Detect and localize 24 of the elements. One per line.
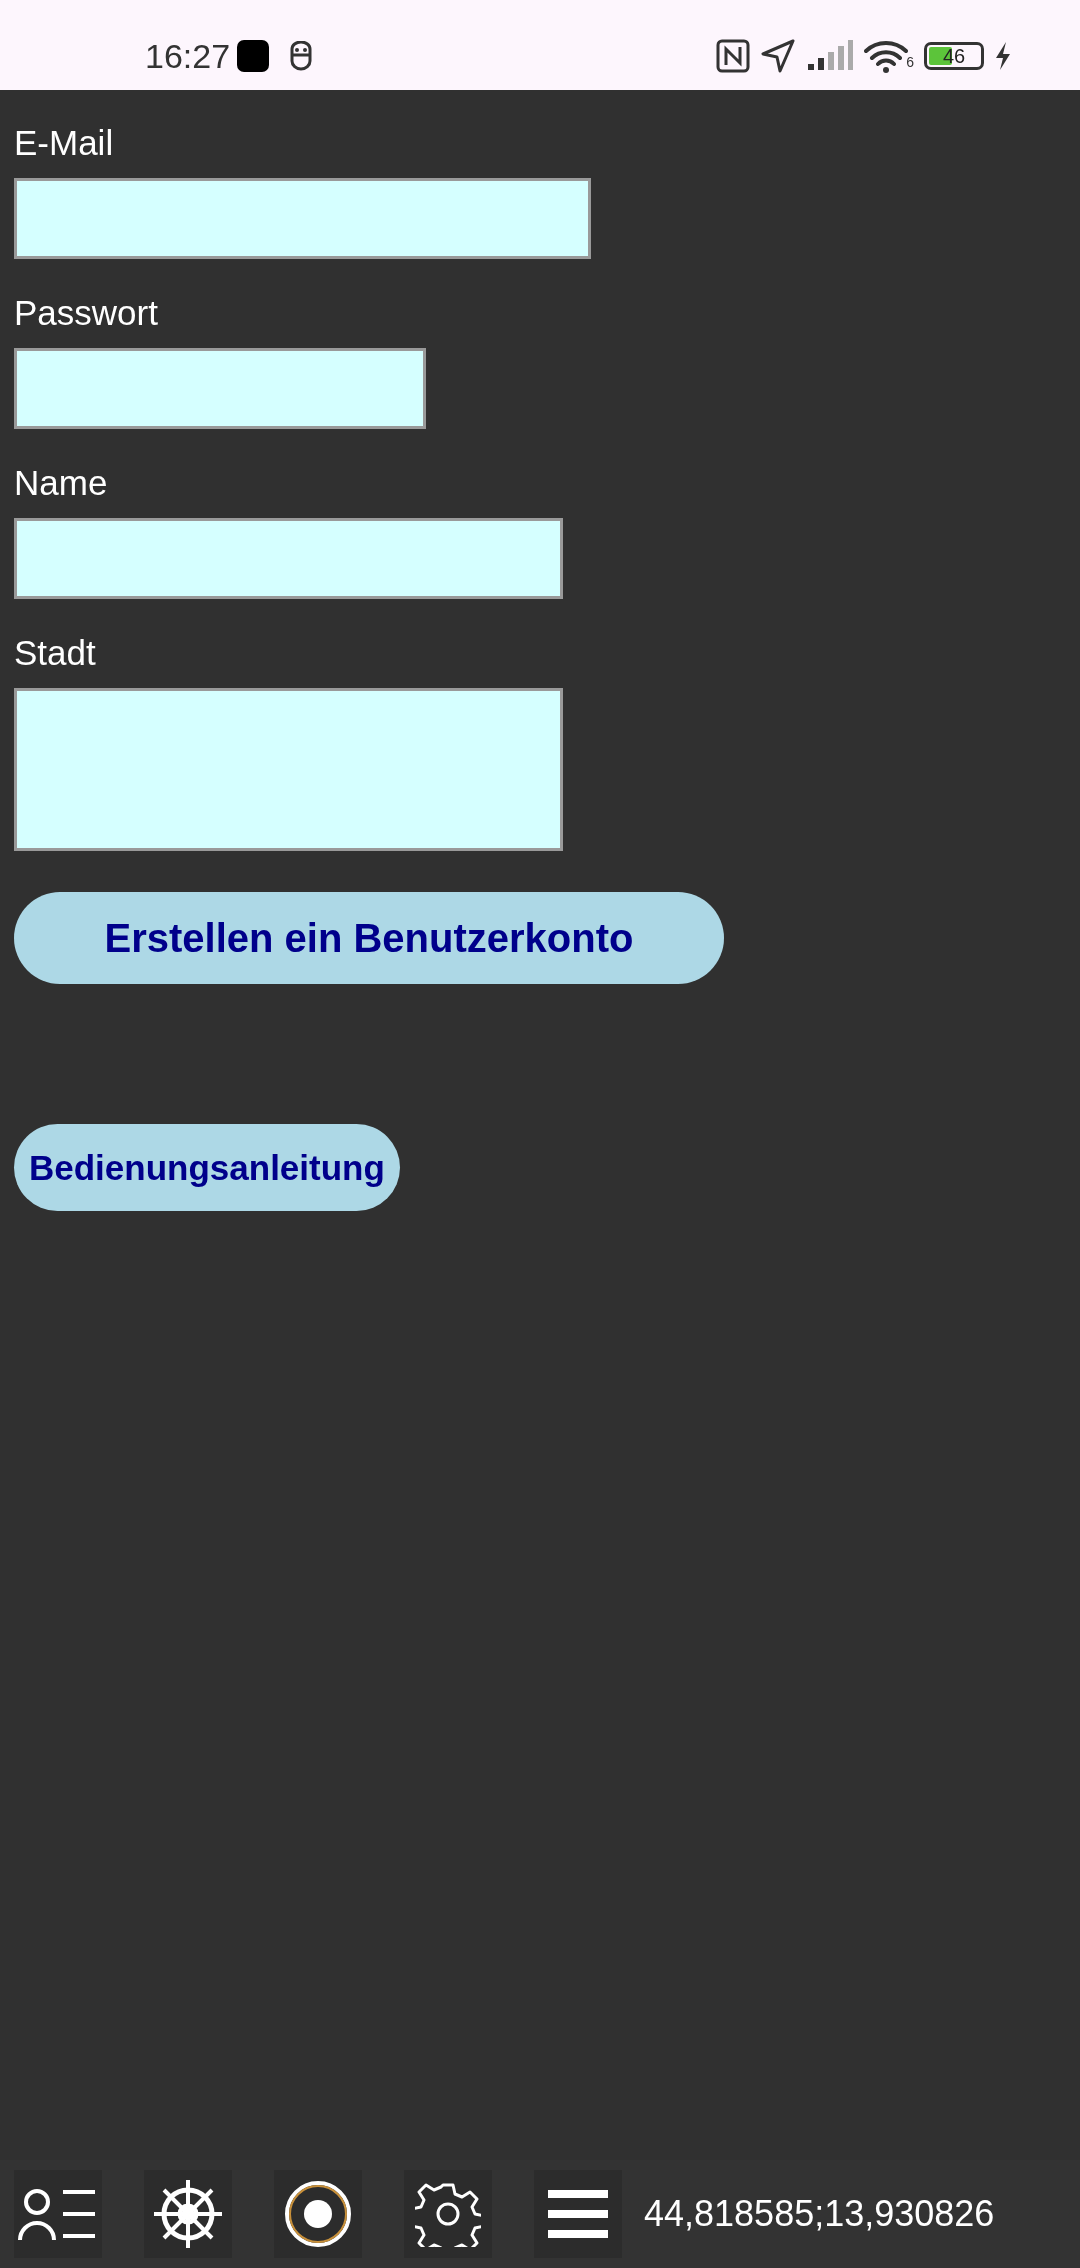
text-area[interactable]	[14, 688, 563, 851]
signal-icon	[806, 40, 855, 72]
menu-icon[interactable]	[534, 2170, 622, 2258]
wifi-icon	[864, 39, 909, 73]
input-field[interactable]	[14, 178, 591, 259]
app-square-icon	[236, 39, 271, 73]
field-label: Stadt	[14, 632, 96, 674]
settings-icon[interactable]	[404, 2170, 492, 2258]
field-label: Name	[14, 462, 108, 504]
field-label: E-Mail	[14, 122, 114, 164]
location-arrow-icon	[760, 38, 797, 74]
create-account-button[interactable]: Erstellen ein Benutzerkonto	[14, 892, 724, 984]
field-label: Passwort	[14, 292, 158, 334]
ship-wheel-icon[interactable]	[144, 2170, 232, 2258]
contacts-list-icon[interactable]	[14, 2170, 102, 2258]
input-field[interactable]	[14, 518, 563, 599]
manual-button[interactable]: Bedienungsanleitung	[14, 1124, 400, 1211]
nfc-icon	[716, 39, 751, 73]
record-icon[interactable]	[274, 2170, 362, 2258]
coordinates: 44,818585;13,930826	[644, 2193, 995, 2235]
robot-icon	[288, 41, 315, 71]
wifi-number: 6	[906, 54, 914, 70]
clock: 16:27	[145, 36, 231, 76]
input-field[interactable]	[14, 348, 426, 429]
